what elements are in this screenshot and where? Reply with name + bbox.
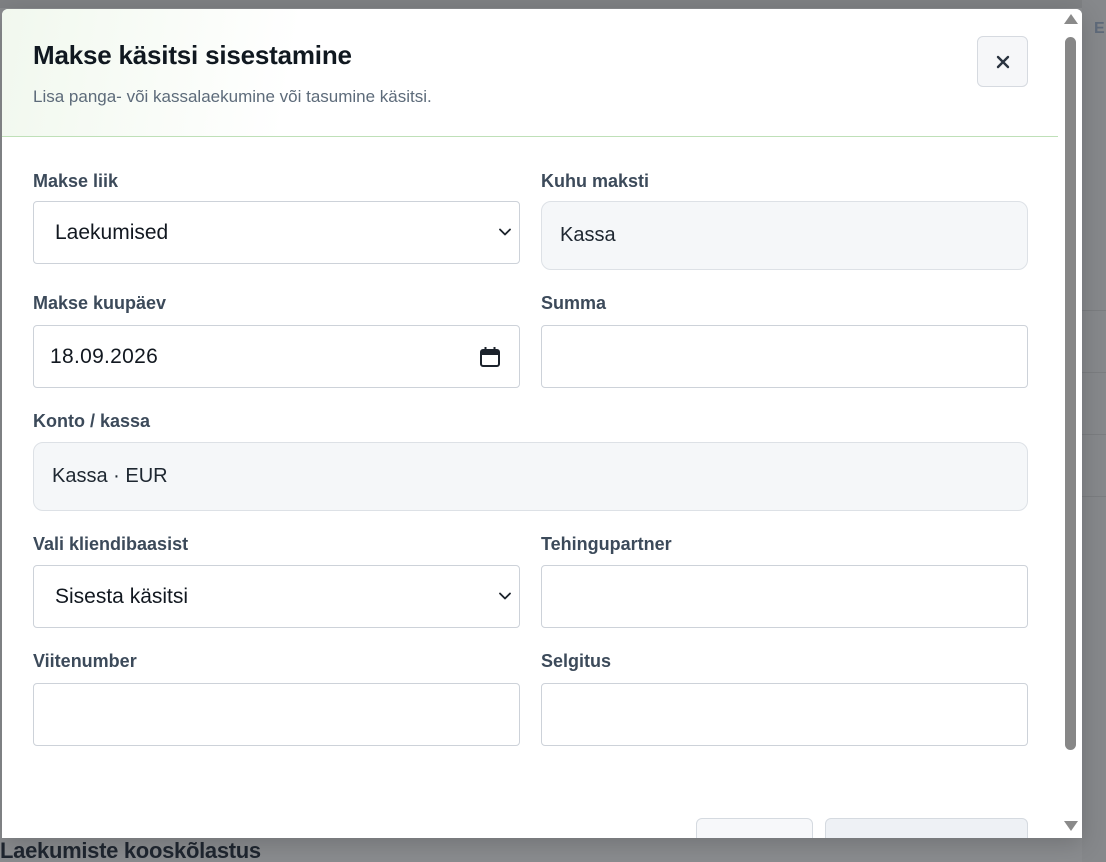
backdrop-divider	[1082, 434, 1106, 435]
paid-to-field: Kassa	[541, 201, 1028, 270]
close-button[interactable]	[977, 36, 1028, 87]
payment-type-value: Laekumised	[55, 220, 169, 244]
amount-label: Summa	[541, 293, 607, 313]
partner-input[interactable]	[541, 565, 1028, 628]
dialog-scroll-area[interactable]: Makse käsitsi sisestamine Lisa panga- võ…	[2, 9, 1058, 838]
scrollbar-thumb[interactable]	[1065, 37, 1076, 750]
amount-input[interactable]	[541, 325, 1028, 388]
manual-payment-dialog: Makse käsitsi sisestamine Lisa panga- võ…	[2, 9, 1082, 838]
backdrop-glyph: E	[1094, 20, 1105, 37]
cancel-button[interactable]	[696, 818, 813, 838]
backdrop-section-title: Laekumiste kooskõlastus	[0, 838, 261, 862]
dialog-scrollbar[interactable]	[1058, 9, 1082, 838]
close-icon	[996, 55, 1009, 68]
payment-type-label: Makse liik	[33, 171, 119, 191]
reference-input[interactable]	[33, 683, 520, 746]
client-select[interactable]: Sisesta käsitsi	[33, 565, 520, 628]
description-label: Selgitus	[541, 651, 612, 671]
scroll-up-arrow-icon[interactable]	[1064, 14, 1078, 24]
scroll-down-arrow-icon[interactable]	[1064, 821, 1078, 831]
chevron-down-icon	[499, 592, 511, 600]
payment-date-input[interactable]: 18.09.2026	[33, 325, 520, 388]
paid-to-label: Kuhu maksti	[541, 171, 650, 191]
calendar-icon[interactable]	[479, 346, 501, 368]
payment-type-select[interactable]: Laekumised	[33, 201, 520, 264]
reference-label: Viitenumber	[33, 651, 137, 671]
account-field: Kassa · EUR	[33, 442, 1028, 511]
payment-date-label: Makse kuupäev	[33, 293, 167, 313]
dialog-subtitle: Lisa panga- või kassalaekumine või tasum…	[33, 87, 432, 106]
save-button[interactable]	[825, 818, 1028, 838]
partner-label: Tehingupartner	[541, 534, 672, 554]
client-select-value: Sisesta käsitsi	[55, 584, 189, 608]
paid-to-value: Kassa	[560, 224, 616, 246]
chevron-down-icon	[499, 228, 511, 236]
payment-date-value: 18.09.2026	[50, 344, 159, 368]
dialog-header: Makse käsitsi sisestamine Lisa panga- võ…	[2, 9, 1058, 137]
account-label: Konto / kassa	[33, 411, 151, 431]
dialog-title: Makse käsitsi sisestamine	[33, 40, 352, 70]
backdrop-top-bar	[0, 0, 1106, 8]
description-input[interactable]	[541, 683, 1028, 746]
backdrop-divider	[1082, 372, 1106, 373]
backdrop-divider	[1082, 496, 1106, 497]
backdrop-right-strip	[1082, 0, 1106, 862]
backdrop-divider	[1082, 310, 1106, 311]
account-value: Kassa · EUR	[52, 465, 168, 487]
client-select-label: Vali kliendibaasist	[33, 534, 189, 554]
